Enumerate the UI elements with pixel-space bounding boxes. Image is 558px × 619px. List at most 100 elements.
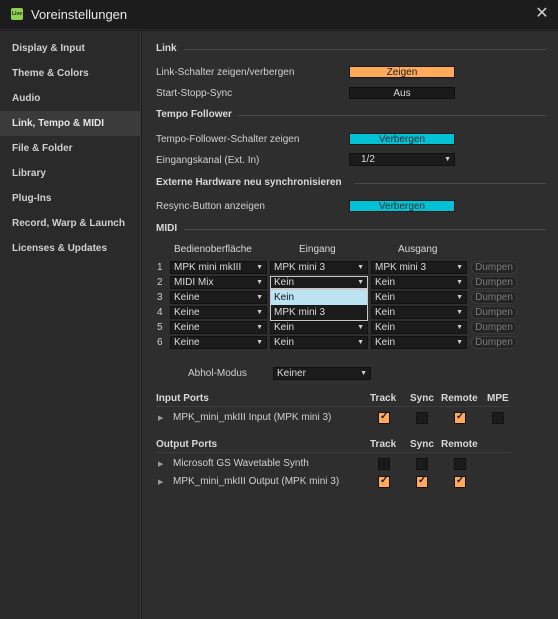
preferences-panel: Link Link-Schalter zeigen/verbergen Zeig… bbox=[142, 31, 558, 619]
midi-output-value: Kein bbox=[375, 277, 396, 288]
port-mpe-checkbox[interactable] bbox=[492, 412, 504, 424]
midi-output-dropdown[interactable]: Kein ▼ bbox=[371, 291, 467, 304]
midi-row-number: 5 bbox=[157, 322, 163, 333]
port-remote-checkbox[interactable] bbox=[454, 458, 466, 470]
output-ports-heading: Output Ports bbox=[156, 439, 218, 450]
midi-input-value: Kein bbox=[274, 322, 295, 333]
midi-input-dropdown[interactable]: MPK mini 3 ▼ bbox=[270, 261, 368, 274]
control-surface-dropdown[interactable]: Keine ▼ bbox=[170, 321, 267, 334]
sidebar-item-library[interactable]: Library bbox=[0, 161, 140, 186]
column-header-sync: Sync bbox=[410, 439, 434, 450]
column-header-remote: Remote bbox=[441, 439, 478, 450]
chevron-down-icon: ▼ bbox=[456, 264, 463, 271]
start-stop-sync-button[interactable]: Aus bbox=[349, 87, 455, 99]
sidebar-item-plug-ins[interactable]: Plug-Ins bbox=[0, 186, 140, 211]
midi-output-value: Kein bbox=[375, 322, 396, 333]
triangle-right-icon[interactable]: ▶ bbox=[158, 414, 163, 422]
control-surface-dropdown[interactable]: MPK mini mkIII ▼ bbox=[170, 261, 267, 274]
input-channel-label: Eingangskanal (Ext. In) bbox=[156, 155, 260, 166]
port-track-checkbox[interactable] bbox=[378, 475, 390, 488]
control-surface-value: Keine bbox=[174, 337, 200, 348]
dump-button[interactable]: Dumpen bbox=[471, 321, 517, 334]
column-header-sync: Sync bbox=[410, 393, 434, 404]
control-surface-value: Keine bbox=[174, 292, 200, 303]
control-surface-dropdown[interactable]: Keine ▼ bbox=[170, 306, 267, 319]
midi-output-dropdown[interactable]: MPK mini 3 ▼ bbox=[371, 261, 467, 274]
resync-toggle-button[interactable]: Verbergen bbox=[349, 200, 455, 212]
column-header-track: Track bbox=[370, 439, 397, 450]
midi-input-dropdown[interactable]: Kein ▼ bbox=[270, 321, 368, 334]
control-surface-dropdown[interactable]: MIDI Mix ▼ bbox=[170, 276, 267, 289]
sidebar-item-display-input[interactable]: Display & Input bbox=[0, 36, 140, 61]
tempo-follower-toggle-label: Tempo-Follower-Schalter zeigen bbox=[156, 134, 300, 145]
menu-item-mpk-mini-3[interactable]: MPK mini 3 bbox=[271, 305, 367, 320]
midi-output-value: MPK mini 3 bbox=[375, 262, 427, 273]
control-surface-value: MIDI Mix bbox=[174, 277, 214, 288]
control-surface-dropdown[interactable]: Keine ▼ bbox=[170, 291, 267, 304]
control-surface-value: Keine bbox=[174, 307, 200, 318]
takeover-mode-dropdown[interactable]: Keiner ▼ bbox=[273, 367, 371, 380]
control-surface-value: MPK mini mkIII bbox=[174, 262, 242, 273]
column-header-mpe: MPE bbox=[487, 393, 509, 404]
input-dropdown-menu: Kein MPK mini 3 bbox=[270, 289, 368, 321]
sidebar-item-audio[interactable]: Audio bbox=[0, 86, 140, 111]
start-stop-sync-label: Start-Stopp-Sync bbox=[156, 88, 233, 99]
sidebar-item-file-folder[interactable]: File & Folder bbox=[0, 136, 140, 161]
triangle-right-icon[interactable]: ▶ bbox=[158, 460, 163, 468]
sidebar-item-record-warp-launch[interactable]: Record, Warp & Launch bbox=[0, 211, 140, 236]
section-midi-heading: MIDI bbox=[156, 223, 178, 234]
midi-input-dropdown[interactable]: Kein ▼ bbox=[270, 276, 368, 289]
port-remote-checkbox[interactable] bbox=[454, 475, 466, 488]
tempo-follower-toggle-button[interactable]: Verbergen bbox=[349, 133, 455, 145]
close-icon[interactable]: ✕ bbox=[534, 5, 550, 23]
menu-item-kein[interactable]: Kein bbox=[271, 290, 367, 305]
column-header-surface: Bedienoberfläche bbox=[174, 244, 252, 255]
midi-output-value: Kein bbox=[375, 337, 396, 348]
midi-input-dropdown[interactable]: Kein ▼ bbox=[270, 336, 368, 349]
link-toggle-button[interactable]: Zeigen bbox=[349, 66, 455, 78]
chevron-down-icon: ▼ bbox=[256, 339, 263, 346]
input-ports-heading: Input Ports bbox=[156, 393, 209, 404]
midi-output-dropdown[interactable]: Kein ▼ bbox=[371, 336, 467, 349]
dump-button[interactable]: Dumpen bbox=[471, 261, 517, 274]
port-sync-checkbox[interactable] bbox=[416, 475, 428, 488]
sidebar-item-theme-colors[interactable]: Theme & Colors bbox=[0, 61, 140, 86]
port-sync-checkbox[interactable] bbox=[416, 458, 428, 470]
midi-row-number: 4 bbox=[157, 307, 163, 318]
sidebar-item-licenses-updates[interactable]: Licenses & Updates bbox=[0, 236, 140, 261]
dump-button[interactable]: Dumpen bbox=[471, 291, 517, 304]
midi-row-number: 2 bbox=[157, 277, 163, 288]
port-track-checkbox[interactable] bbox=[378, 411, 390, 424]
column-header-output: Ausgang bbox=[398, 244, 438, 255]
midi-output-dropdown[interactable]: Kein ▼ bbox=[371, 276, 467, 289]
port-remote-checkbox[interactable] bbox=[454, 411, 466, 424]
port-sync-checkbox[interactable] bbox=[416, 412, 428, 424]
port-name: Microsoft GS Wavetable Synth bbox=[173, 458, 309, 469]
column-header-input: Eingang bbox=[299, 244, 336, 255]
chevron-down-icon: ▼ bbox=[456, 339, 463, 346]
title-bar: Live Voreinstellungen ✕ bbox=[0, 0, 558, 30]
midi-output-dropdown[interactable]: Kein ▼ bbox=[371, 306, 467, 319]
dump-button[interactable]: Dumpen bbox=[471, 306, 517, 319]
chevron-down-icon: ▼ bbox=[357, 324, 364, 331]
chevron-down-icon: ▼ bbox=[256, 324, 263, 331]
dump-button[interactable]: Dumpen bbox=[471, 276, 517, 289]
resync-button-label: Resync-Button anzeigen bbox=[156, 201, 265, 212]
divider bbox=[184, 229, 546, 230]
chevron-down-icon: ▼ bbox=[357, 264, 364, 271]
midi-row-number: 3 bbox=[157, 292, 163, 303]
sidebar-item-link-tempo-midi[interactable]: Link, Tempo & MIDI bbox=[0, 111, 140, 136]
link-toggle-label: Link-Schalter zeigen/verbergen bbox=[156, 67, 295, 78]
chevron-down-icon: ▼ bbox=[256, 309, 263, 316]
chevron-down-icon: ▼ bbox=[256, 279, 263, 286]
divider bbox=[156, 452, 510, 453]
port-track-checkbox[interactable] bbox=[378, 458, 390, 470]
dump-button[interactable]: Dumpen bbox=[471, 336, 517, 349]
control-surface-dropdown[interactable]: Keine ▼ bbox=[170, 336, 267, 349]
takeover-mode-value: Keiner bbox=[277, 368, 306, 379]
control-surface-value: Keine bbox=[174, 322, 200, 333]
input-channel-dropdown[interactable]: 1/2 ▼ bbox=[349, 153, 455, 166]
triangle-right-icon[interactable]: ▶ bbox=[158, 478, 163, 486]
midi-row-number: 6 bbox=[157, 337, 163, 348]
midi-output-dropdown[interactable]: Kein ▼ bbox=[371, 321, 467, 334]
